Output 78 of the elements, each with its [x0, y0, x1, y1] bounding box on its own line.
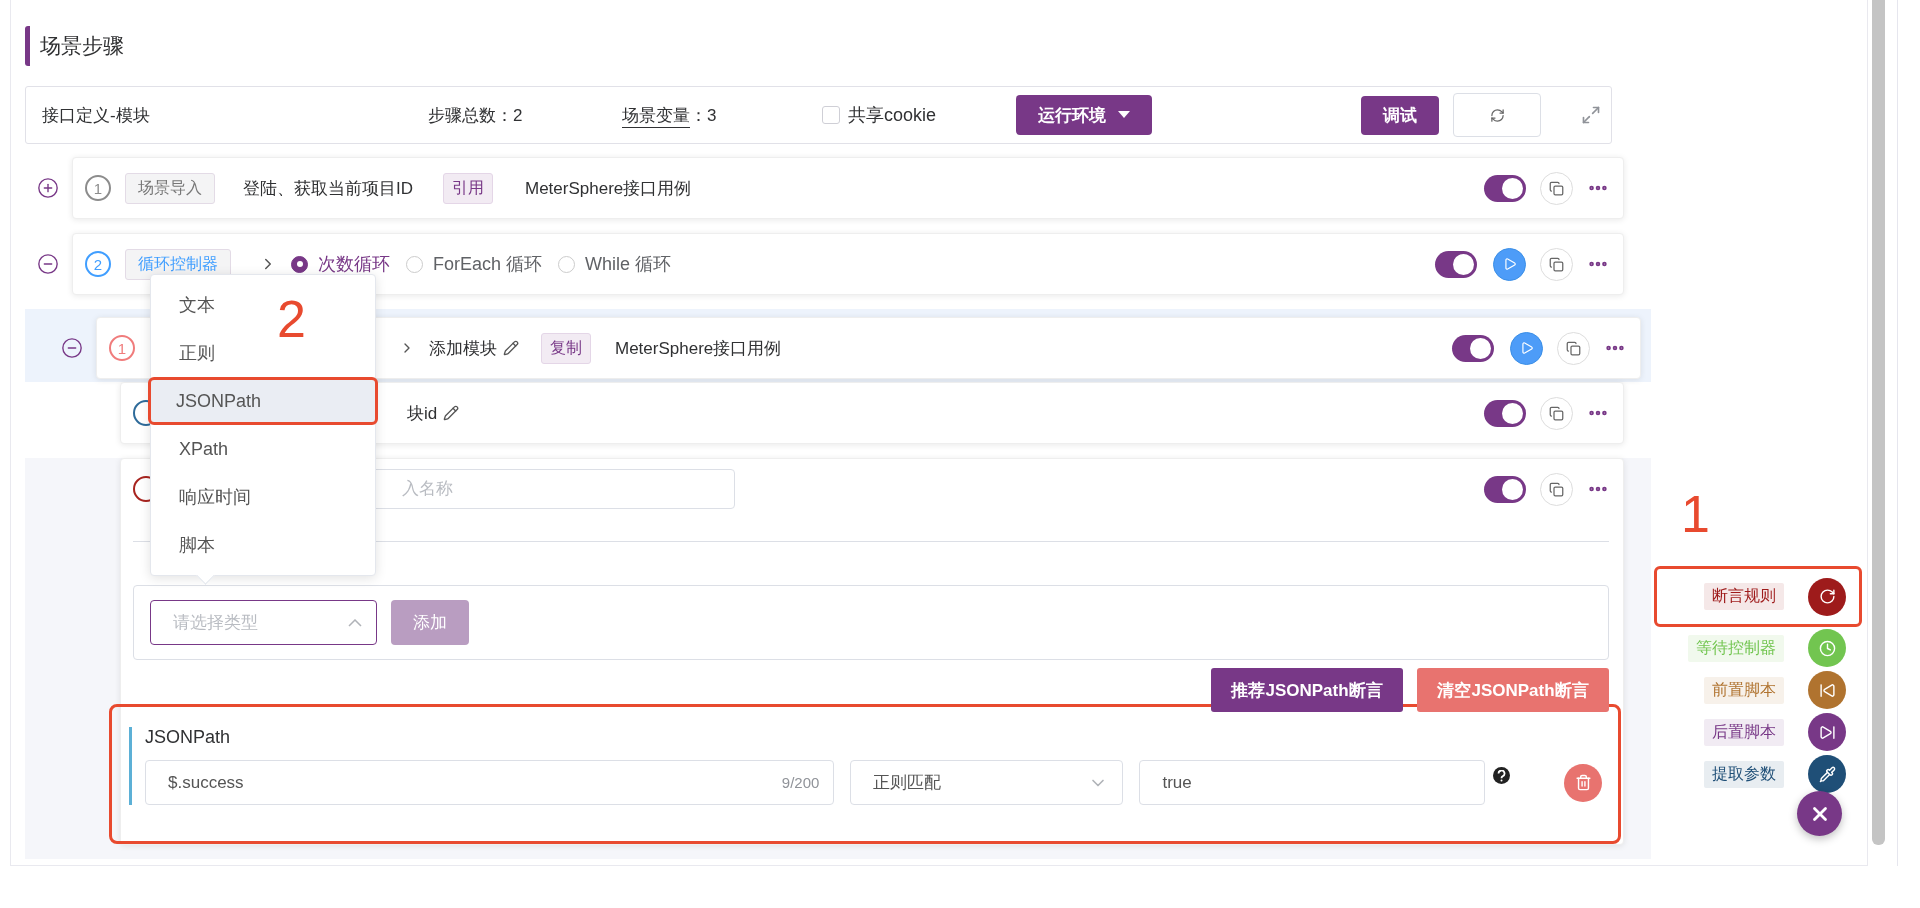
loop-type-radio[interactable]: 次数循环: [291, 252, 390, 276]
toggle-switch[interactable]: [1484, 174, 1526, 202]
refresh-icon: [1489, 107, 1505, 123]
collapse-icon[interactable]: [61, 337, 83, 359]
toggle-switch[interactable]: [1484, 399, 1526, 427]
play-icon: [1502, 257, 1517, 271]
copy-icon: [1549, 256, 1564, 272]
collapse-icon[interactable]: [37, 253, 59, 275]
side-menu-item[interactable]: 断言规则: [1654, 566, 1862, 627]
step-type-tag: 场景导入: [125, 172, 215, 204]
share-cookie-checkbox[interactable]: 共享cookie: [822, 103, 1016, 127]
toggle-switch[interactable]: [1484, 475, 1526, 503]
dropdown-option[interactable]: 文本: [151, 281, 229, 329]
close-button[interactable]: [1797, 791, 1842, 836]
copy-tag: 复制: [541, 332, 591, 364]
step-name: 添加模块: [429, 337, 497, 360]
pencil-icon[interactable]: [443, 405, 460, 421]
environment-button[interactable]: 运行环境: [1016, 95, 1152, 135]
loop-type-radio[interactable]: While 循环: [558, 252, 672, 276]
menu-label: 前置脚本: [1704, 676, 1784, 704]
copy-icon: [1549, 405, 1564, 421]
variables-count: ：3: [690, 105, 717, 125]
expand-icon[interactable]: [37, 177, 59, 199]
expression-field[interactable]: $.success 9/200: [145, 760, 835, 805]
step-number: 2: [85, 251, 111, 277]
copy-button[interactable]: [1540, 171, 1573, 205]
step-name: 登陆、获取当前项目ID: [243, 177, 413, 200]
loop-type-radio[interactable]: ForEach 循环: [406, 252, 543, 276]
dropdown-option[interactable]: 正则: [151, 329, 229, 377]
trash-icon: [1574, 774, 1592, 791]
pencil-icon[interactable]: [503, 340, 519, 356]
radio-label: While 循环: [585, 253, 672, 276]
step-number: 1: [109, 335, 135, 361]
help-icon[interactable]: [1493, 767, 1511, 784]
menu-label: 断言规则: [1704, 583, 1784, 610]
step-count: 步骤总数：2: [428, 104, 524, 127]
expected-field[interactable]: true: [1139, 760, 1486, 805]
caret-icon: [1118, 111, 1130, 119]
step-name: 块id: [407, 402, 438, 425]
side-menu-item[interactable]: 后置脚本: [1657, 711, 1859, 753]
jsonpath-title: JSONPath: [145, 727, 232, 748]
menu-label: 提取参数: [1704, 760, 1784, 788]
variables-link[interactable]: 场景变量: [622, 105, 690, 125]
toggle-switch[interactable]: [1435, 250, 1477, 278]
section-title: 场景步骤: [25, 26, 124, 66]
dropdown-option[interactable]: JSONPath: [148, 377, 378, 425]
menu-label: 等待控制器: [1688, 634, 1784, 662]
toggle-switch[interactable]: [1452, 334, 1494, 362]
fullscreen-icon[interactable]: [1581, 105, 1601, 125]
action-button[interactable]: 推荐JSONPath断言: [1211, 668, 1403, 712]
radio-label: 次数循环: [318, 253, 390, 276]
copy-button[interactable]: [1557, 331, 1590, 365]
play-icon: [1519, 341, 1534, 355]
copy-icon: [1549, 481, 1564, 497]
reference-tag: 引用: [443, 172, 493, 204]
scrollbar[interactable]: [1872, 0, 1885, 845]
run-button[interactable]: [1510, 331, 1543, 365]
step-source: MeterSphere接口用例: [525, 177, 692, 200]
copy-icon: [1566, 340, 1581, 356]
copy-button[interactable]: [1540, 472, 1573, 506]
step-number: 1: [85, 175, 111, 201]
menu-label: 后置脚本: [1704, 718, 1784, 746]
radio-label: ForEach 循环: [433, 253, 543, 276]
side-menu-item[interactable]: 前置脚本: [1657, 669, 1859, 711]
debug-button[interactable]: 调试: [1361, 95, 1439, 135]
annotation-number: 1: [1681, 488, 1710, 540]
condition-select[interactable]: 正则匹配: [850, 760, 1124, 805]
dropdown-option[interactable]: 脚本: [151, 521, 229, 569]
scenario-name: 接口定义-模块: [42, 104, 151, 127]
step-source: MeterSphere接口用例: [615, 337, 782, 360]
side-menu-item[interactable]: 提取参数: [1657, 753, 1859, 795]
annotation-number: 2: [277, 293, 306, 345]
copy-button[interactable]: [1540, 396, 1573, 430]
run-button[interactable]: [1493, 247, 1526, 281]
delete-button[interactable]: [1564, 763, 1602, 802]
copy-button[interactable]: [1540, 247, 1573, 281]
chevron-up-icon: [348, 618, 362, 627]
copy-icon: [1549, 180, 1564, 196]
